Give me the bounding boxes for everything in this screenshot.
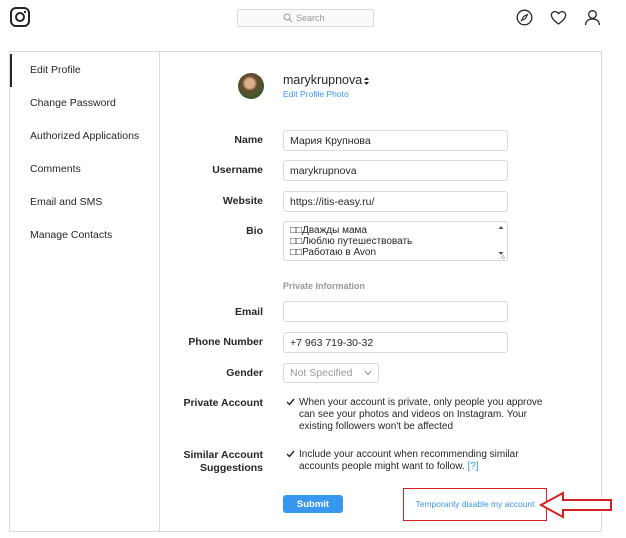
username-label: Username (212, 164, 263, 176)
username-text: marykrupnova (283, 73, 363, 87)
search-icon (283, 13, 293, 23)
similar-suggestions-label-line2: Suggestions (199, 462, 263, 474)
username-field[interactable] (283, 160, 508, 181)
gender-select[interactable]: Not Specified (283, 363, 379, 383)
bio-line: □□Люблю путешествовать (290, 236, 413, 247)
edit-profile-photo-link[interactable]: Edit Profile Photo (283, 89, 349, 99)
private-information-heading: Private Information (283, 281, 366, 291)
website-field[interactable] (283, 191, 508, 212)
settings-sidebar: Edit Profile Change Password Authorized … (10, 52, 160, 531)
submit-button[interactable]: Submit (283, 495, 343, 513)
similar-suggestions-description: Include your account when recommending s… (299, 449, 519, 472)
checkmark-icon[interactable] (286, 450, 295, 458)
name-field[interactable] (283, 130, 508, 151)
sidebar-item-change-password[interactable]: Change Password (10, 87, 159, 120)
heart-icon[interactable] (550, 9, 567, 26)
email-field[interactable] (283, 301, 508, 322)
account-switch-icon[interactable] (363, 76, 370, 86)
bio-line: □□Работаю в Avon (290, 247, 377, 258)
temporarily-disable-account-link[interactable]: Temporarily disable my account (403, 488, 547, 521)
annotation-arrow-icon (539, 491, 612, 519)
sidebar-item-comments[interactable]: Comments (10, 153, 159, 186)
help-link[interactable]: [?] (467, 461, 478, 472)
compass-icon[interactable] (516, 9, 533, 26)
name-label: Name (234, 134, 263, 146)
sidebar-item-edit-profile[interactable]: Edit Profile (10, 54, 159, 87)
bio-line: □□Дважды мама (290, 225, 367, 236)
phone-field[interactable] (283, 332, 508, 353)
instagram-logo-icon[interactable] (10, 7, 30, 27)
checkmark-icon[interactable] (286, 398, 295, 406)
similar-suggestions-label: Similar Account Suggestions (153, 449, 263, 475)
similar-suggestions-option[interactable]: Include your account when recommending s… (283, 449, 545, 473)
private-account-option[interactable]: When your account is private, only peopl… (283, 397, 553, 433)
sidebar-item-email-sms[interactable]: Email and SMS (10, 186, 159, 219)
gender-label: Gender (226, 367, 263, 379)
top-nav-bar (0, 0, 626, 38)
profile-icon[interactable] (584, 9, 601, 26)
sidebar-item-authorized-applications[interactable]: Authorized Applications (10, 120, 159, 153)
settings-card: Edit Profile Change Password Authorized … (9, 51, 602, 532)
avatar[interactable] (238, 73, 264, 99)
search-input[interactable] (296, 13, 328, 23)
website-label: Website (222, 195, 263, 207)
profile-username: marykrupnova (283, 73, 370, 87)
bio-textarea[interactable]: □□Дважды мама □□Люблю путешествовать □□Р… (283, 221, 508, 261)
chevron-down-icon (364, 370, 372, 376)
private-account-label: Private Account (183, 397, 263, 409)
private-account-description: When your account is private, only peopl… (299, 397, 543, 432)
scrollbar[interactable] (497, 224, 505, 260)
search-box[interactable] (237, 9, 374, 27)
bio-label: Bio (246, 225, 263, 237)
gender-value: Not Specified (290, 367, 353, 379)
sidebar-item-manage-contacts[interactable]: Manage Contacts (10, 219, 159, 252)
similar-suggestions-label-line1: Similar Account (183, 449, 263, 461)
phone-label: Phone Number (188, 336, 263, 348)
email-label: Email (234, 306, 263, 318)
